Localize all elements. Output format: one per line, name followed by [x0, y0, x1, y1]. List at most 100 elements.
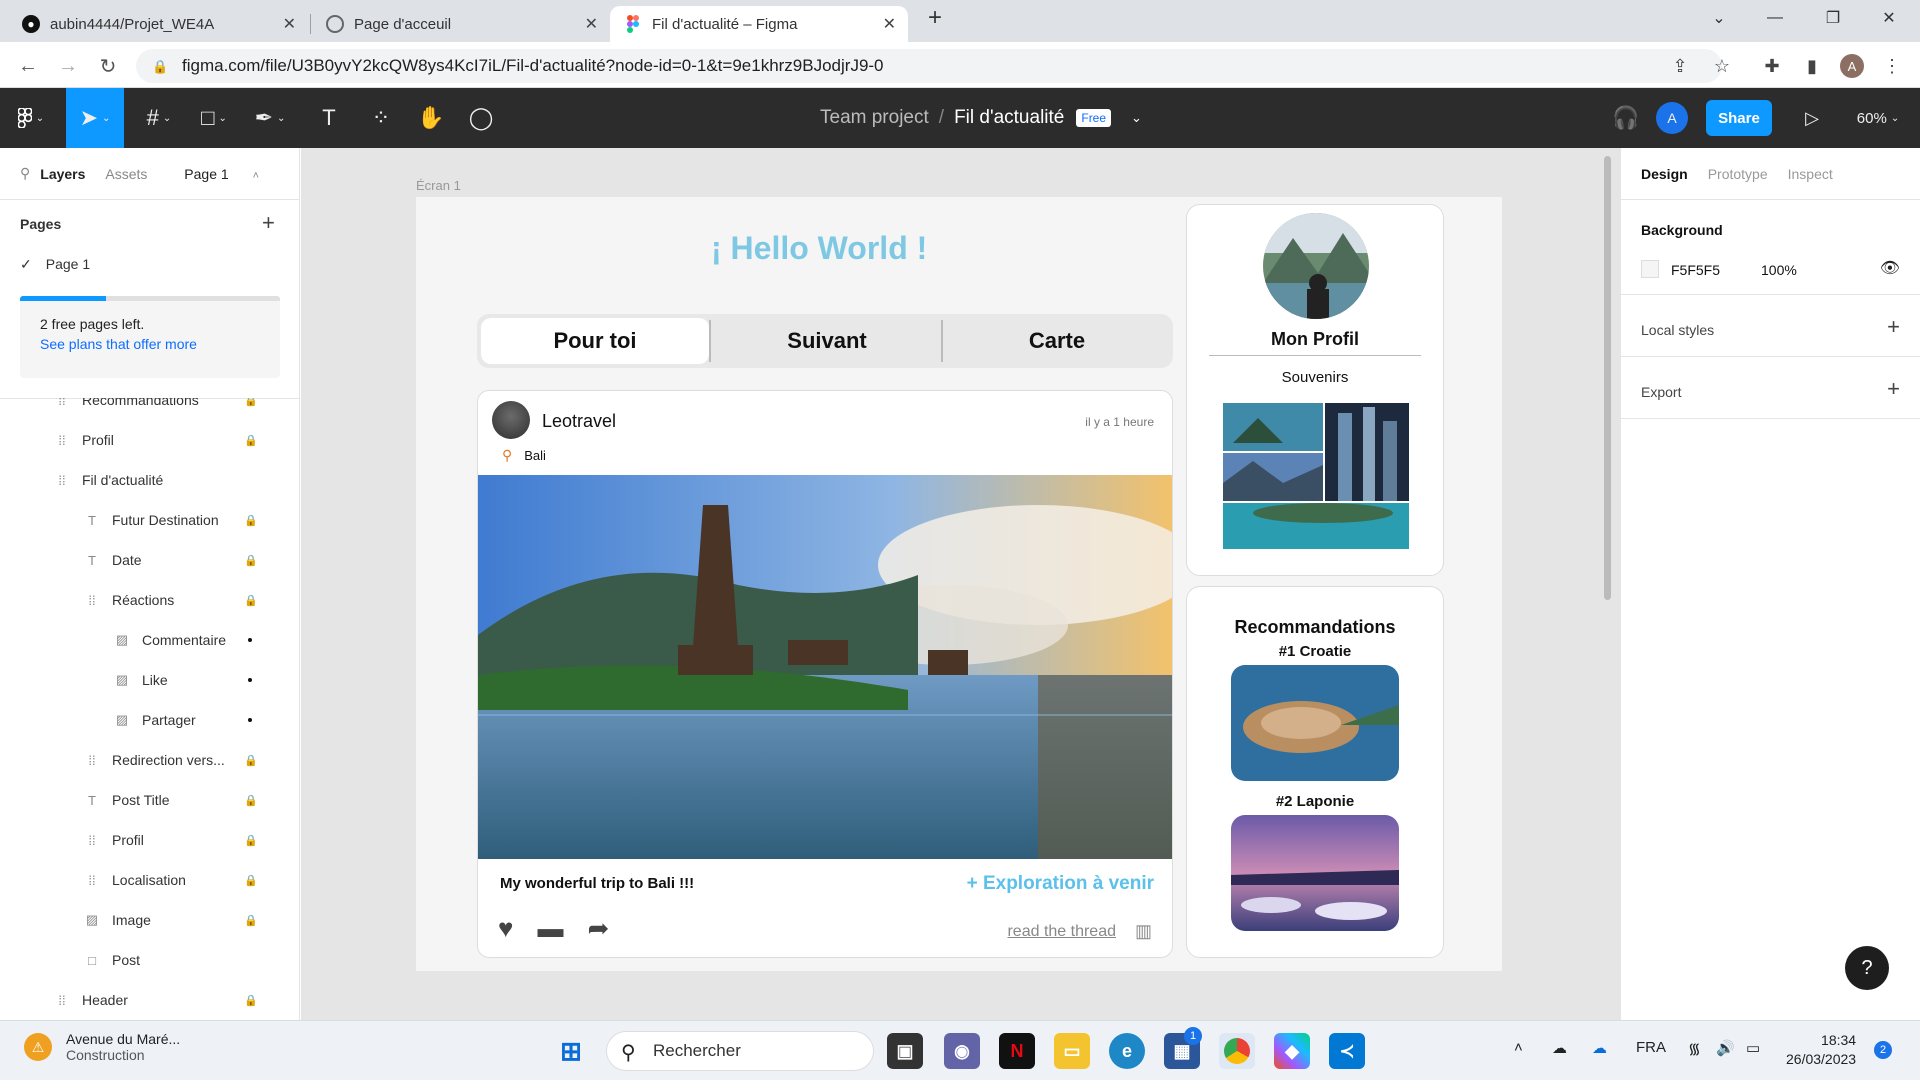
post-username[interactable]: Leotravel: [542, 411, 616, 432]
figma-main-menu-icon[interactable]: ⌄: [0, 88, 62, 148]
browser-tab-figma[interactable]: Fil d'actualité – Figma ✕: [610, 6, 908, 42]
layer-row[interactable]: ⁞⁞ Profil 🔒: [0, 820, 300, 860]
minimize-button[interactable]: —: [1752, 0, 1798, 36]
layer-row[interactable]: □ Post: [0, 940, 300, 980]
tab-pour-toi[interactable]: Pour toi: [481, 318, 709, 364]
resources-icon[interactable]: ⁘: [358, 88, 404, 148]
language-indicator[interactable]: FRA: [1636, 1039, 1666, 1056]
onedrive-cloud-icon[interactable]: ☁: [1552, 1039, 1567, 1057]
taskbar-search[interactable]: ⚲ Rechercher: [606, 1031, 874, 1071]
file-explorer-icon[interactable]: ▭: [1054, 1033, 1090, 1069]
layer-row[interactable]: ⁞⁞ Redirection vers... 🔒: [0, 740, 300, 780]
cloud-sync-icon[interactable]: ☁: [1592, 1039, 1607, 1057]
frame-label[interactable]: Écran 1: [416, 178, 461, 193]
add-export-icon[interactable]: +: [1887, 376, 1900, 402]
add-local-style-icon[interactable]: +: [1887, 314, 1900, 340]
search-icon[interactable]: ⚲: [20, 165, 30, 182]
page-selector[interactable]: Page 1 ˄: [184, 166, 279, 182]
layer-row[interactable]: T Futur Destination 🔒: [0, 500, 300, 540]
close-icon[interactable]: ✕: [883, 14, 896, 34]
layer-row[interactable]: ⁞⁞ Fil d'actualité: [0, 460, 300, 500]
reload-icon[interactable]: ↻: [94, 52, 122, 80]
chevron-up-icon[interactable]: ˄: [1514, 1039, 1523, 1056]
bookmark-star-icon[interactable]: ☆: [1710, 54, 1734, 78]
forward-arrow-icon[interactable]: →: [54, 52, 82, 80]
share-arrow-icon[interactable]: ➦: [587, 913, 609, 944]
chevron-down-icon[interactable]: ⌄: [1131, 110, 1142, 126]
address-bar[interactable]: 🔒 figma.com/file/U3B0yvY2kcQW8ys4KcI7iL/…: [136, 49, 1722, 83]
netflix-icon[interactable]: N: [999, 1033, 1035, 1069]
close-icon[interactable]: ✕: [283, 14, 296, 34]
see-plans-link[interactable]: See plans that offer more: [40, 336, 260, 352]
lock-icon[interactable]: 🔒: [244, 514, 258, 527]
tab-inspect[interactable]: Inspect: [1788, 166, 1833, 182]
side-panel-icon[interactable]: ▮: [1800, 54, 1824, 78]
teams-chat-icon[interactable]: ◉: [944, 1033, 980, 1069]
browser-tab-accueil[interactable]: Page d'acceuil ✕: [312, 6, 610, 42]
layer-row[interactable]: ⁞⁞ Recommandations 🔒: [0, 398, 300, 420]
layer-row[interactable]: ⁞⁞ Profil 🔒: [0, 420, 300, 460]
present-play-icon[interactable]: ▷: [1792, 88, 1832, 148]
post-card[interactable]: Leotravel il y a 1 heure ⚲ Bali My wonder: [477, 390, 1173, 958]
visibility-dot-icon[interactable]: [248, 678, 252, 682]
windows-start-icon[interactable]: ⊞: [553, 1033, 589, 1069]
layer-row[interactable]: T Post Title 🔒: [0, 780, 300, 820]
extensions-puzzle-icon[interactable]: ✚: [1760, 54, 1784, 78]
comment-icon[interactable]: ▬: [537, 913, 563, 944]
wifi-icon[interactable]: ᯾: [1688, 1039, 1701, 1059]
headphones-icon[interactable]: 🎧: [1606, 88, 1646, 148]
lock-icon[interactable]: 🔒: [244, 434, 258, 447]
layer-row[interactable]: ⁞⁞ Localisation 🔒: [0, 860, 300, 900]
comment-tool-icon[interactable]: ◯: [458, 88, 504, 148]
canvas-scrollbar[interactable]: [1604, 156, 1611, 600]
system-clock[interactable]: 18:34 26/03/2023: [1786, 1031, 1856, 1069]
battery-icon[interactable]: ▭: [1746, 1039, 1760, 1057]
lock-icon[interactable]: 🔒: [244, 994, 258, 1007]
read-thread-link[interactable]: read the thread: [1007, 923, 1116, 941]
explore-link[interactable]: + Exploration à venir: [967, 873, 1154, 895]
layer-row[interactable]: T Date 🔒: [0, 540, 300, 580]
tab-layers[interactable]: Layers: [40, 166, 85, 182]
project-name[interactable]: Team project: [820, 107, 929, 129]
page-item-page-1[interactable]: ✓ Page 1: [20, 256, 90, 273]
hand-tool-icon[interactable]: ✋: [408, 88, 454, 148]
move-tool-icon[interactable]: ➤ ⌄: [66, 88, 124, 148]
layer-row[interactable]: ▨ Like: [0, 660, 300, 700]
volume-icon[interactable]: 🔊: [1716, 1039, 1735, 1057]
post-avatar[interactable]: [492, 401, 530, 439]
new-tab-button[interactable]: +: [912, 0, 958, 36]
book-icon[interactable]: ▥: [1135, 921, 1152, 942]
chevron-down-icon[interactable]: ⌄: [1696, 0, 1742, 36]
share-button[interactable]: Share: [1706, 100, 1772, 136]
file-title[interactable]: Team project / Fil d'actualité Free ⌄: [820, 88, 1142, 148]
background-color-swatch[interactable]: [1641, 260, 1659, 278]
background-hex[interactable]: F5F5F5: [1671, 262, 1720, 278]
restore-button[interactable]: ❐: [1810, 0, 1856, 36]
recommendation-image-croatie[interactable]: [1231, 665, 1399, 781]
back-arrow-icon[interactable]: ←: [14, 52, 42, 80]
vscode-icon[interactable]: ≺: [1329, 1033, 1365, 1069]
background-opacity[interactable]: 100%: [1761, 262, 1797, 278]
lock-icon[interactable]: 🔒: [244, 794, 258, 807]
file-name[interactable]: Fil d'actualité: [954, 107, 1064, 129]
layer-row[interactable]: ▨ Image 🔒: [0, 900, 300, 940]
frame-tool-icon[interactable]: # ⌄: [134, 88, 184, 148]
recommendation-image-laponie[interactable]: [1231, 815, 1399, 931]
more-menu-icon[interactable]: ⋮: [1880, 54, 1904, 78]
task-view-icon[interactable]: ▣: [887, 1033, 923, 1069]
lock-icon[interactable]: 🔒: [244, 398, 258, 407]
add-page-icon[interactable]: +: [262, 210, 275, 236]
layer-row[interactable]: ⁞⁞ Header 🔒: [0, 980, 300, 1020]
profile-avatar[interactable]: A: [1840, 54, 1864, 78]
layer-row[interactable]: ▨ Commentaire: [0, 620, 300, 660]
lock-icon[interactable]: 🔒: [244, 834, 258, 847]
shape-tool-icon[interactable]: □ ⌄: [188, 88, 240, 148]
weather-widget[interactable]: ⚠ Avenue du Maré... Construction: [24, 1031, 180, 1063]
edge-icon[interactable]: e: [1109, 1033, 1145, 1069]
figma-app-icon[interactable]: ◆: [1274, 1033, 1310, 1069]
lock-icon[interactable]: 🔒: [244, 594, 258, 607]
visibility-dot-icon[interactable]: [248, 638, 252, 642]
layer-row[interactable]: ⁞⁞ Réactions 🔒: [0, 580, 300, 620]
tab-design[interactable]: Design: [1641, 166, 1688, 182]
share-page-icon[interactable]: ⇪: [1668, 54, 1692, 78]
